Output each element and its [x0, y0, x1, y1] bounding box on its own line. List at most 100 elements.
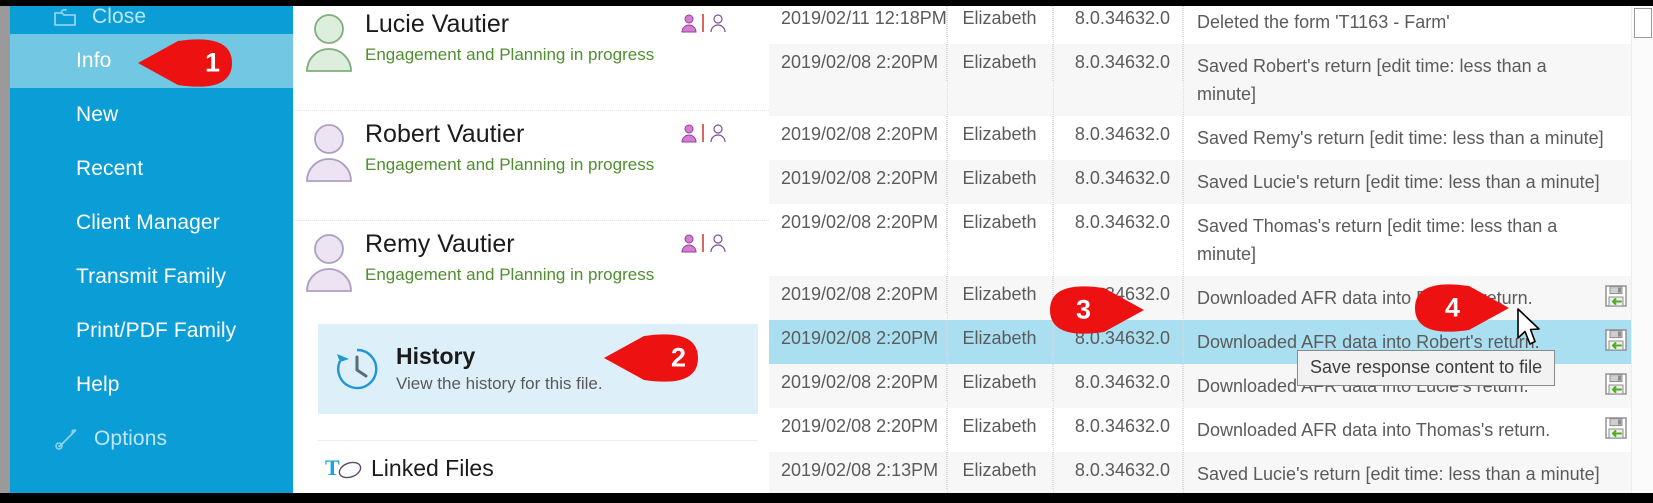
client-row[interactable]: Remy Vautier Engagement and Planning in …: [293, 220, 769, 330]
svg-text:T: T: [325, 455, 340, 480]
table-row[interactable]: 2019/02/08 2:20PM Elizabeth 8.0.34632.0 Sav…: [769, 44, 1653, 116]
client-status: Engagement and Planning in progress: [365, 265, 655, 284]
history-subtitle: View the history for this file.: [396, 374, 603, 393]
table-row[interactable]: 2019/02/08 2:13PMElizabeth8.0.34632.0 Sav…: [769, 452, 1653, 496]
cell-version: 8.0.34632.0: [1053, 204, 1183, 241]
window-left-edge: [0, 0, 10, 503]
cell-date: 2019/02/08 2:20PM: [769, 160, 947, 197]
mouse-cursor: [1516, 307, 1546, 356]
divider-icon: [702, 234, 704, 252]
cell-description: Downloaded AFR data into Thomas's return…: [1197, 420, 1551, 440]
cell-date: 2019/02/08 2:20PM: [769, 364, 947, 401]
callout-marker-3-label: 3: [1076, 294, 1092, 325]
family-member-icon: [681, 14, 697, 33]
sidebar-item-recent[interactable]: Recent: [10, 142, 293, 196]
cell-user: Elizabeth: [947, 44, 1053, 81]
sidebar-item-transmit-family-label: Transmit Family: [76, 265, 227, 288]
avatar: [293, 227, 365, 293]
save-response-button[interactable]: [1601, 282, 1631, 310]
callout-marker-4: 4: [1415, 280, 1509, 336]
save-to-file-icon: [1605, 417, 1627, 439]
cell-version: 8.0.34632.0: [1053, 160, 1183, 197]
history-clock-icon: [318, 344, 396, 394]
sidebar-close-label: Close: [92, 5, 147, 28]
scrollbar-thumb[interactable]: [1634, 8, 1652, 38]
cell-version: 8.0.34632.0: [1053, 116, 1183, 153]
save-to-file-icon: [1605, 285, 1627, 307]
family-member-icon: [681, 234, 697, 253]
client-row[interactable]: Lucie Vautier Engagement and Planning in…: [293, 0, 769, 110]
callout-marker-1: 1: [138, 35, 232, 91]
avatar: [293, 7, 365, 73]
save-response-button[interactable]: [1601, 414, 1631, 442]
cell-version: 8.0.34632.0: [1053, 364, 1183, 401]
cell-user: Elizabeth: [947, 204, 1053, 241]
table-row[interactable]: 2019/02/08 2:20PM Elizabeth 8.0.34632.0 Sav…: [769, 160, 1653, 204]
cell-version: 8.0.34632.0: [1053, 452, 1183, 489]
cell-date: 2019/02/08 2:20PM: [769, 276, 947, 313]
cell-date: 2019/02/08 2:20PM: [769, 116, 947, 153]
cell-user: Elizabeth: [947, 320, 1053, 357]
cell-description: Saved Remy's return [edit time: less tha…: [1197, 128, 1604, 148]
wrench-icon: [52, 427, 82, 451]
save-response-button[interactable]: [1601, 370, 1631, 398]
client-status: Engagement and Planning in progress: [365, 45, 655, 64]
linked-files-row[interactable]: T Linked Files: [318, 440, 758, 495]
crop-bar-bottom: [0, 493, 1653, 503]
save-to-file-icon: [1605, 329, 1627, 351]
spouse-icon: [710, 124, 726, 143]
sidebar-item-new[interactable]: New: [10, 88, 293, 142]
cell-description: Saved Lucie's return [edit time: less th…: [1197, 464, 1600, 484]
sidebar-item-help[interactable]: Help: [10, 358, 293, 412]
sidebar-item-help-label: Help: [76, 373, 120, 396]
client-row[interactable]: Robert Vautier Engagement and Planning i…: [293, 110, 769, 220]
history-table: 2019/02/11 12:18PM Elizabeth 8.0.34632.0 De…: [769, 0, 1653, 503]
info-panel: Lucie Vautier Engagement and Planning in…: [293, 0, 769, 503]
history-card-text: History View the history for this file.: [396, 342, 603, 396]
cell-user: Elizabeth: [947, 276, 1053, 313]
cell-user: Elizabeth: [947, 408, 1053, 445]
divider-icon: [702, 124, 704, 142]
avatar: [293, 117, 365, 183]
cell-version: 8.0.34632.0: [1053, 44, 1183, 81]
cell-user: Elizabeth: [947, 116, 1053, 153]
cell-user: Elizabeth: [947, 364, 1053, 401]
client-status: Engagement and Planning in progress: [365, 155, 655, 174]
divider-icon: [702, 14, 704, 32]
sidebar-item-print-pdf-family[interactable]: Print/PDF Family: [10, 304, 293, 358]
callout-marker-3: 3: [1050, 282, 1144, 338]
sidebar-item-transmit-family[interactable]: Transmit Family: [10, 250, 293, 304]
cell-description: Saved Lucie's return [edit time: less th…: [1197, 172, 1600, 192]
crop-bar-top: [0, 0, 1653, 6]
save-response-button[interactable]: [1601, 326, 1631, 354]
sidebar-item-options[interactable]: Options: [10, 412, 293, 466]
backstage-screen: Close Info New Recent Client Manager Tra…: [0, 0, 1653, 503]
linked-files-title: Linked Files: [371, 454, 494, 481]
table-row[interactable]: 2019/02/08 2:20PM Elizabeth 8.0.34632.0 Sav…: [769, 204, 1653, 276]
sidebar-item-info-label: Info: [76, 49, 112, 72]
spouse-icon: [710, 14, 726, 33]
history-title: History: [396, 343, 476, 369]
linked-files-icon: T: [318, 453, 371, 483]
callout-marker-2: 2: [604, 330, 698, 386]
cell-date: 2019/02/08 2:13PM: [769, 452, 947, 489]
sidebar-item-print-pdf-family-label: Print/PDF Family: [76, 319, 237, 342]
cell-date: 2019/02/08 2:20PM: [769, 408, 947, 445]
client-badges[interactable]: [680, 13, 727, 33]
table-row[interactable]: 2019/02/11 12:18PM Elizabeth 8.0.34632.0 De…: [769, 0, 1653, 44]
cell-date: 2019/02/08 2:20PM: [769, 320, 947, 357]
cell-user: Elizabeth: [947, 452, 1053, 489]
client-badges[interactable]: [680, 123, 727, 143]
table-row[interactable]: 2019/02/08 2:20PM Elizabeth 8.0.34632.0 Sav…: [769, 116, 1653, 160]
cell-description: Saved Robert's return [edit time: less t…: [1197, 56, 1547, 104]
table-row[interactable]: 2019/02/08 2:20PM Elizabeth 8.0.34632.0 Dow…: [769, 408, 1653, 452]
sidebar-item-options-label: Options: [94, 427, 168, 450]
save-to-file-icon: [1605, 373, 1627, 395]
sidebar-item-client-manager[interactable]: Client Manager: [10, 196, 293, 250]
spouse-icon: [710, 234, 726, 253]
sidebar-item-client-manager-label: Client Manager: [76, 211, 220, 234]
client-badges[interactable]: [680, 233, 727, 253]
cell-date: 2019/02/08 2:20PM: [769, 44, 947, 81]
callout-marker-1-label: 1: [204, 47, 220, 78]
vertical-scrollbar[interactable]: [1631, 6, 1653, 503]
